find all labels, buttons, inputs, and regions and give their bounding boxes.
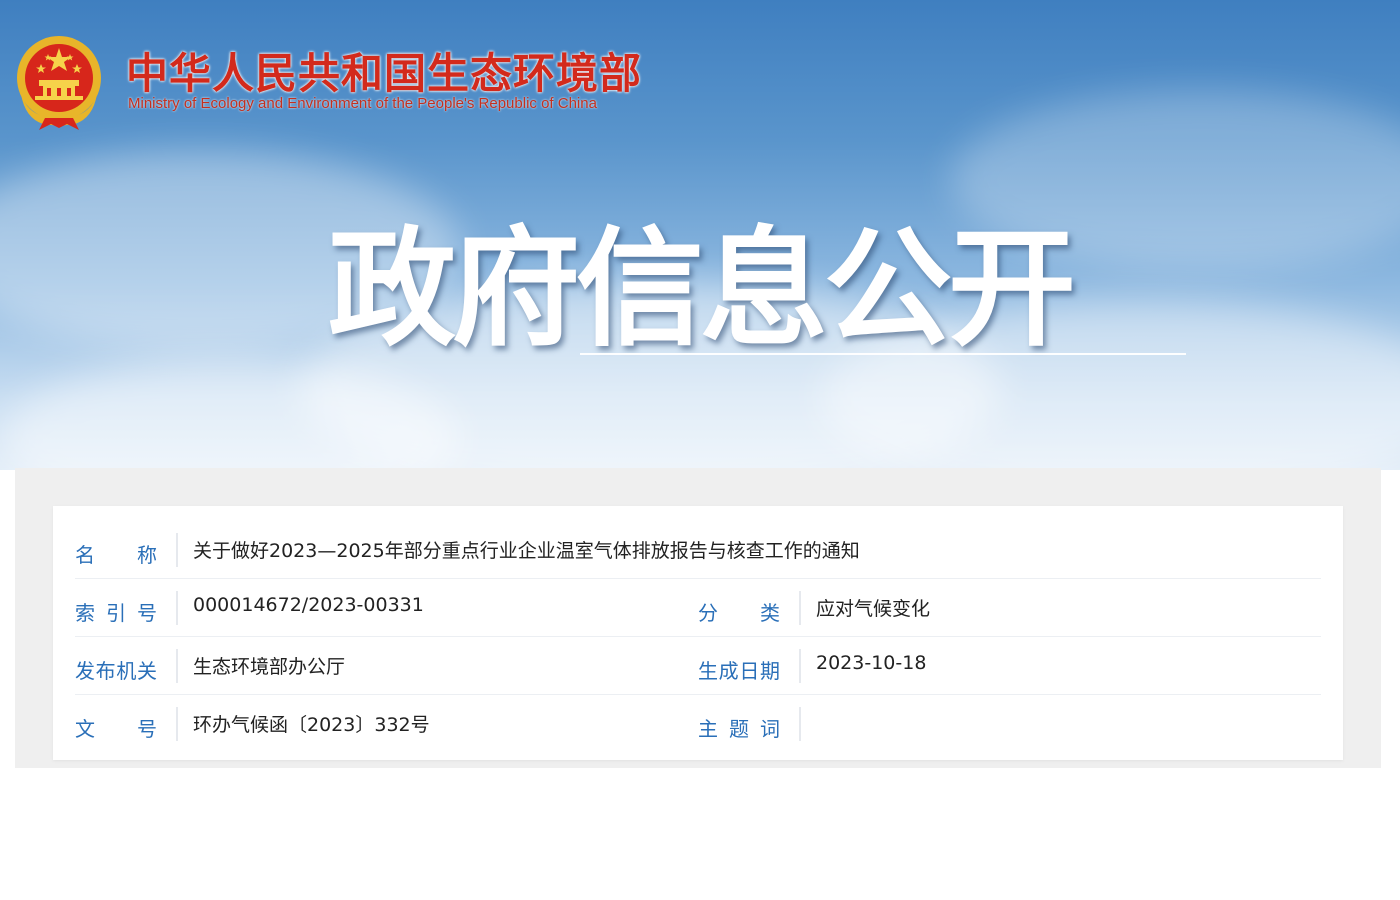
divider <box>799 649 801 683</box>
national-emblem-icon[interactable] <box>15 34 103 130</box>
divider <box>799 591 801 625</box>
field-name: 名 称 关于做好2023—2025年部分重点行业企业温室气体排放报告与核查工作的… <box>75 520 1321 578</box>
divider <box>176 533 178 567</box>
field-label: 发布机关 <box>75 659 157 683</box>
field-label: 索引号 <box>75 601 157 625</box>
category-value: 应对气候变化 <box>816 598 931 620</box>
field-label: 文 号 <box>75 717 157 741</box>
info-row-index: 索引号 000014672/2023-00331 分 类 应对气候变化 <box>75 578 1321 637</box>
title-underline <box>580 353 1186 355</box>
index-number-value: 000014672/2023-00331 <box>193 594 424 616</box>
site-name-english[interactable]: Ministry of Ecology and Environment of t… <box>128 95 597 112</box>
divider <box>176 707 178 741</box>
field-date: 生成日期 2023-10-18 <box>698 636 1318 694</box>
field-index: 索引号 000014672/2023-00331 <box>75 578 695 636</box>
field-label: 名 称 <box>75 543 157 567</box>
site-name-chinese[interactable]: 中华人民共和国生态环境部 <box>126 40 642 101</box>
field-keywords: 主题词 <box>698 694 1318 752</box>
field-issuer: 发布机关 生态环境部办公厅 <box>75 636 695 694</box>
banner-title: 政府信息公开 <box>327 215 1076 364</box>
field-label: 主题词 <box>698 717 780 741</box>
info-row-issuer: 发布机关 生态环境部办公厅 生成日期 2023-10-18 <box>75 636 1321 695</box>
field-label: 生成日期 <box>698 659 780 683</box>
divider <box>799 707 801 741</box>
issuer-value: 生态环境部办公厅 <box>193 656 346 678</box>
info-row-docno: 文 号 环办气候函〔2023〕332号 主题词 <box>75 694 1321 752</box>
header-banner: 中华人民共和国生态环境部 Ministry of Ecology and Env… <box>0 0 1400 470</box>
field-document-number: 文 号 环办气候函〔2023〕332号 <box>75 694 695 752</box>
divider <box>176 591 178 625</box>
document-number-value: 环办气候函〔2023〕332号 <box>193 714 430 736</box>
info-row-name: 名 称 关于做好2023—2025年部分重点行业企业温室气体排放报告与核查工作的… <box>75 520 1321 579</box>
field-category: 分 类 应对气候变化 <box>698 578 1318 636</box>
document-info-panel: 名 称 关于做好2023—2025年部分重点行业企业温室气体排放报告与核查工作的… <box>53 506 1343 760</box>
divider <box>176 649 178 683</box>
date-value: 2023-10-18 <box>816 652 927 674</box>
document-title-value: 关于做好2023—2025年部分重点行业企业温室气体排放报告与核查工作的通知 <box>193 540 860 562</box>
field-label: 分 类 <box>698 601 780 625</box>
